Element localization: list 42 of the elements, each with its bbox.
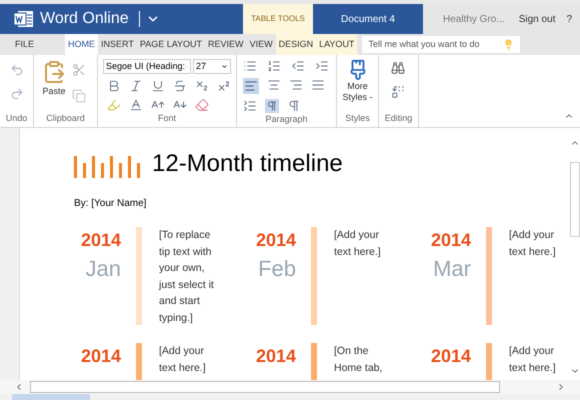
app-title: Word Online [40, 9, 129, 29]
paste-button[interactable]: Paste [42, 59, 66, 103]
ribbon-tab[interactable]: REVIEW [205, 34, 247, 55]
user-name[interactable]: Healthy Gro... [443, 12, 505, 26]
sign-out-link[interactable]: Sign out [518, 12, 556, 26]
ribbon-tab[interactable]: VIEW [246, 34, 276, 55]
font-name-dropdown[interactable]: Segoe UI (Heading: [103, 59, 191, 74]
ribbon-tab[interactable]: DESIGN [276, 34, 316, 55]
timeline-text: [Add your text here.] [159, 344, 207, 376]
month-label: Jan [86, 255, 121, 283]
ribbon-tab[interactable]: INSERT [98, 34, 137, 55]
month-label: Feb [258, 255, 296, 283]
timeline-text: [To replace tip text with your own, just select it and start typing.] [159, 228, 215, 326]
search-field[interactable]: Tell me what you want to do [362, 36, 520, 53]
help-button[interactable]: ? [566, 12, 572, 26]
year-label: 2014 [256, 229, 296, 251]
ribbon-tab[interactable]: PAGE LAYOUT [136, 34, 206, 55]
ribbon-group-label: Paragraph [264, 113, 309, 126]
ribbon-tab[interactable]: HOME [65, 34, 98, 55]
document-title[interactable]: Document 4 [313, 4, 423, 34]
byline: By: [Your Name] [74, 197, 148, 211]
year-label: 2014 [256, 345, 296, 367]
year-label: 2014 [80, 229, 121, 251]
ribbon-tab[interactable]: LAYOUT [316, 34, 358, 55]
timeline-text: [Add your text here.] [334, 228, 382, 260]
font-size-dropdown[interactable]: 27 [193, 59, 231, 74]
document-title: 12-Month timeline [152, 150, 343, 178]
year-label: 2014 [430, 229, 471, 251]
ribbon-tab[interactable]: FILE [12, 34, 38, 55]
ribbon-group-label: Font [156, 112, 177, 125]
ribbon-group-label: Undo [4, 112, 28, 124]
context-tab-label: TABLE TOOLS [243, 4, 313, 34]
timeline-text: [Add your text here.] [509, 228, 557, 260]
more-styles-button[interactable]: More Styles - [341, 59, 374, 103]
ribbon-group-label: Styles [344, 112, 371, 125]
ribbon-group-label: Clipboard [45, 112, 86, 125]
year-label: 2014 [430, 345, 471, 367]
timeline-text: [On the Home tab, [334, 344, 384, 376]
month-label: Mar [433, 255, 471, 283]
ribbon-group-label: Editing [384, 112, 414, 125]
year-label: 2014 [80, 345, 121, 367]
timeline-text: [Add your text here.] [509, 344, 557, 376]
